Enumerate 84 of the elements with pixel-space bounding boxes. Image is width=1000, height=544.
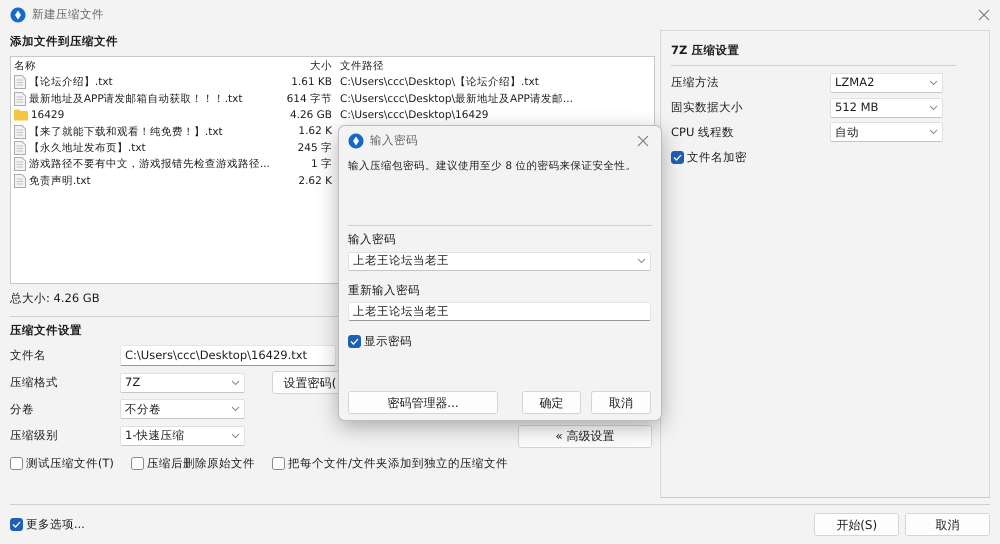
advanced-settings-button[interactable]: « 高级设置 [518,424,652,448]
file-size: 4.26 GB [288,108,333,124]
password-field[interactable]: 上老王论坛当老王 [348,302,651,322]
checkbox-label: 测试压缩文件(T) [26,455,114,472]
filename-field[interactable]: C:\Users\ccc\Desktop\16429.txt [120,345,336,366]
file-size: 1 字 [310,157,333,172]
column-header[interactable]: 文件路径 [336,58,384,74]
checkbox[interactable] [131,457,144,470]
chevron-icon [637,258,646,264]
chevron-icon [231,380,240,386]
file-name: 【来了就能下载和观看！纯免费！】.txt [28,124,223,140]
section-heading: 压缩文件设置 [10,322,82,340]
file-size: 245 字 [296,140,333,156]
checkbox[interactable] [10,457,23,470]
field-label: 压缩格式 [10,374,59,391]
checkbox[interactable] [272,457,286,470]
file-size: 2.62 K [297,174,333,189]
field-label: 固实数据大小 [671,98,744,116]
dialog-message: 输入压缩包密码。建议使用至少 8 位的密码来保证安全性。 [348,158,638,174]
dropdown[interactable]: 7Z [120,372,245,392]
chevron-icon [929,104,938,110]
checkbox-label: 压缩后删除原始文件 [147,455,255,472]
total-size: 总大小: 4.26 GB [10,290,100,307]
file-size: 614 字节 [286,92,333,107]
dialog-title: 输入密码 [370,132,419,150]
ok-button[interactable]: 确定 [522,391,581,414]
dropdown[interactable]: 不分卷 [120,399,245,420]
chevron-icon [231,433,240,439]
dropdown[interactable]: 512 MB [830,98,943,118]
close-icon[interactable] [978,9,990,21]
dropdown[interactable]: 1-快速压缩 [120,426,245,446]
checkbox[interactable] [671,151,684,164]
document-icon [14,124,26,139]
cancel-button[interactable]: 取消 [905,513,990,536]
file-path: C:\Users\ccc\Desktop\最新地址及APP请发邮... [339,92,573,107]
document-icon [14,174,26,188]
file-name: 免责声明.txt [28,174,91,189]
start-button[interactable]: 开始(S) [814,513,900,536]
close-icon[interactable] [637,135,649,147]
file-name: 游戏路径不要有中文，游戏报错先检查游戏路径... [28,157,270,172]
document-icon [14,141,26,156]
field-label: CPU 线程数 [671,124,736,141]
window-title: 新建压缩文件 [32,6,105,24]
app-logo-icon [348,133,364,149]
field-label: 重新输入密码 [348,282,421,299]
dropdown[interactable]: 上老王论坛当老王 [348,252,651,270]
document-icon [14,75,26,90]
chevron-icon [231,406,240,412]
file-name: 【论坛介绍】.txt [28,75,113,90]
section-heading: 添加文件到压缩文件 [10,32,118,50]
checkbox[interactable] [10,518,23,531]
checkmark-icon [12,521,21,528]
field-label: 压缩级别 [10,427,59,444]
file-path: C:\Users\ccc\Desktop\【论坛介绍】.txt [339,75,539,90]
field-label: 压缩方法 [671,74,720,91]
file-name: 【永久地址发布页】.txt [28,141,146,156]
file-path: C:\Users\ccc\Desktop\16429 [339,108,488,124]
file-name: 最新地址及APP请发邮箱自动获取！！！.txt [28,92,243,107]
checkbox[interactable] [348,334,361,348]
dropdown[interactable]: LZMA2 [830,72,943,93]
file-name: 16429 [30,108,64,124]
checkbox-label: 把每个文件/文件夹添加到独立的压缩文件 [288,455,508,472]
folder-icon [14,109,28,122]
checkmark-icon [350,338,359,345]
password-manager-button[interactable]: 密码管理器... [348,391,498,414]
section-heading: 7Z 压缩设置 [671,42,740,59]
checkbox-label: 文件名加密 [686,149,747,166]
app-logo-icon [10,7,26,23]
checkbox-label: 更多选项... [26,516,85,533]
document-icon [14,92,26,106]
document-icon [14,157,26,172]
column-header[interactable]: 名称 [14,58,276,74]
chevron-icon [929,129,938,136]
cancel-button[interactable]: 取消 [591,391,651,414]
chevron-icon [929,80,938,86]
file-size: 1.61 KB [290,75,333,90]
dropdown[interactable]: 自动 [830,122,943,142]
checkbox-label: 显示密码 [364,332,412,350]
field-label: 文件名 [10,347,47,364]
column-header[interactable]: 大小 [276,58,336,74]
file-size: 1.62 K [297,124,333,140]
checkmark-icon [673,154,682,162]
field-label: 输入密码 [348,231,397,248]
field-label: 分卷 [10,400,35,418]
